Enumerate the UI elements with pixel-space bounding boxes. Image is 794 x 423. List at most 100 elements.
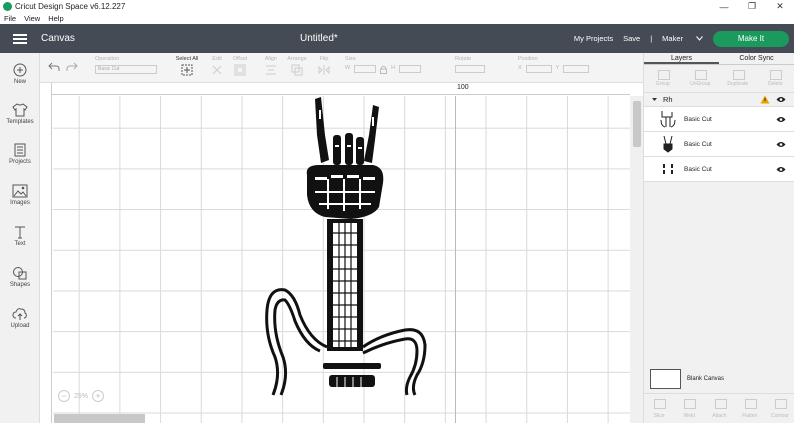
arrange-button[interactable]: Arrange: [286, 56, 308, 78]
group-button[interactable]: Group: [644, 65, 682, 92]
my-projects-link[interactable]: My Projects: [574, 34, 613, 43]
window-titlebar: Cricut Design Space v6.12.227 — ❐ ✕: [0, 0, 794, 13]
vertical-scrollbar[interactable]: [630, 96, 643, 423]
weld-button[interactable]: Weld: [674, 394, 704, 423]
visibility-eye-icon[interactable]: [776, 141, 786, 148]
visibility-eye-icon[interactable]: [776, 166, 786, 173]
layer-thumbnail: [656, 159, 680, 179]
operation-label: Operation: [95, 56, 120, 62]
layer-row[interactable]: Basic Cut: [644, 157, 794, 182]
menu-help[interactable]: Help: [48, 14, 63, 23]
duplicate-button[interactable]: Duplicate: [719, 65, 757, 92]
machine-selector[interactable]: Maker: [662, 34, 703, 43]
ungroup-button[interactable]: UnGroup: [682, 65, 720, 92]
height-label: H: [391, 65, 396, 71]
minimize-icon[interactable]: —: [710, 2, 738, 12]
select-all-label: Select All: [175, 56, 199, 62]
app-header: Canvas Untitled* My Projects Save | Make…: [0, 24, 794, 53]
sidebar-item-label: Images: [10, 200, 30, 206]
menu-file[interactable]: File: [4, 14, 16, 23]
blank-canvas-swatch[interactable]: [650, 369, 681, 389]
arrange-icon: [291, 64, 303, 76]
slice-button[interactable]: Slice: [644, 394, 674, 423]
sidebar-item-templates[interactable]: Templates: [0, 103, 40, 125]
tab-layers[interactable]: Layers: [644, 53, 719, 64]
flatten-button[interactable]: Flatten: [735, 394, 765, 423]
make-it-button[interactable]: Make It: [713, 30, 789, 47]
cricut-logo-icon: [3, 2, 12, 11]
sidebar-item-label: Shapes: [9, 282, 31, 288]
layer-thumbnail: [656, 134, 680, 154]
undo-icon[interactable]: [48, 62, 60, 72]
vertical-ruler: [40, 83, 52, 423]
select-all-button[interactable]: Select All: [174, 56, 200, 78]
layer-row[interactable]: Basic Cut: [644, 132, 794, 157]
y-input[interactable]: [563, 65, 590, 73]
sidebar-item-projects[interactable]: Projects: [0, 143, 40, 165]
menu-view[interactable]: View: [24, 14, 40, 23]
offset-button[interactable]: Offset: [230, 56, 250, 78]
select-all-icon: [181, 64, 193, 76]
sidebar-item-label: Upload: [10, 323, 30, 329]
chevron-down-icon[interactable]: [648, 96, 660, 104]
visibility-eye-icon[interactable]: [776, 96, 786, 103]
sidebar-item-images[interactable]: Images: [0, 184, 40, 206]
zoom-in-button[interactable]: +: [92, 390, 105, 402]
skeleton-guitar-design[interactable]: [255, 95, 445, 400]
document-title[interactable]: Untitled*: [300, 33, 338, 44]
operation-select[interactable]: Basic Cut: [95, 65, 157, 74]
visibility-eye-icon[interactable]: [776, 116, 786, 123]
tab-color-sync[interactable]: Color Sync: [719, 53, 794, 64]
rotate-input[interactable]: [455, 65, 485, 73]
sidebar-item-shapes[interactable]: Shapes: [0, 266, 40, 288]
size-group: Size W H: [345, 56, 421, 74]
save-button[interactable]: Save: [623, 34, 640, 43]
position-group: Position X Y: [518, 56, 598, 73]
warning-icon: [760, 95, 770, 104]
zoom-control: − 25% +: [58, 390, 105, 402]
lock-icon[interactable]: [380, 65, 388, 74]
align-icon: [266, 65, 276, 75]
left-sidebar: New Templates Projects Images Text Shape…: [0, 53, 40, 423]
align-label: Align: [264, 56, 278, 62]
maximize-icon[interactable]: ❐: [738, 1, 766, 12]
close-icon[interactable]: ✕: [766, 1, 794, 12]
x-input[interactable]: [525, 65, 552, 73]
layer-name: Basic Cut: [684, 115, 712, 123]
rotate-group: Rotate: [455, 56, 503, 73]
delete-button[interactable]: Delete: [757, 65, 794, 92]
sidebar-item-new[interactable]: New: [0, 63, 40, 85]
machine-label: Maker: [662, 34, 683, 43]
horizontal-scroll-thumb[interactable]: [54, 414, 145, 423]
design-canvas[interactable]: 100 − 25% +: [40, 83, 643, 423]
ruler-mark: 100: [457, 84, 469, 91]
layer-group-row[interactable]: Rh: [644, 93, 794, 107]
ruler-guide-line: [455, 96, 456, 423]
operation-group[interactable]: Operation Basic Cut: [95, 56, 157, 74]
layer-row[interactable]: Basic Cut: [644, 107, 794, 132]
offset-icon: [234, 64, 246, 76]
layer-name: Basic Cut: [684, 165, 712, 173]
width-input[interactable]: [354, 65, 377, 73]
vertical-scroll-thumb[interactable]: [633, 101, 641, 147]
contour-button[interactable]: Contour: [765, 394, 794, 423]
sidebar-item-upload[interactable]: Upload: [0, 307, 40, 329]
edit-toolbar: Operation Basic Cut Select All Edit Offs…: [40, 53, 643, 83]
position-label: Position: [518, 56, 538, 62]
flip-button[interactable]: Flip: [316, 56, 332, 78]
sidebar-item-label: Projects: [9, 159, 31, 165]
attach-button[interactable]: Attach: [704, 394, 734, 423]
flip-label: Flip: [319, 56, 329, 62]
sidebar-item-text[interactable]: Text: [0, 225, 40, 247]
blank-canvas-row[interactable]: Blank Canvas: [644, 366, 794, 392]
offset-label: Offset: [232, 56, 248, 62]
edit-button[interactable]: Edit: [208, 56, 226, 78]
sidebar-item-label: New: [13, 79, 26, 85]
height-input[interactable]: [399, 65, 421, 73]
align-button[interactable]: Align: [262, 56, 280, 78]
chevron-down-icon: [696, 36, 703, 41]
hamburger-menu-icon[interactable]: [13, 33, 27, 44]
projects-icon: [14, 143, 26, 157]
redo-icon[interactable]: [66, 62, 78, 72]
zoom-out-button[interactable]: −: [58, 390, 70, 402]
